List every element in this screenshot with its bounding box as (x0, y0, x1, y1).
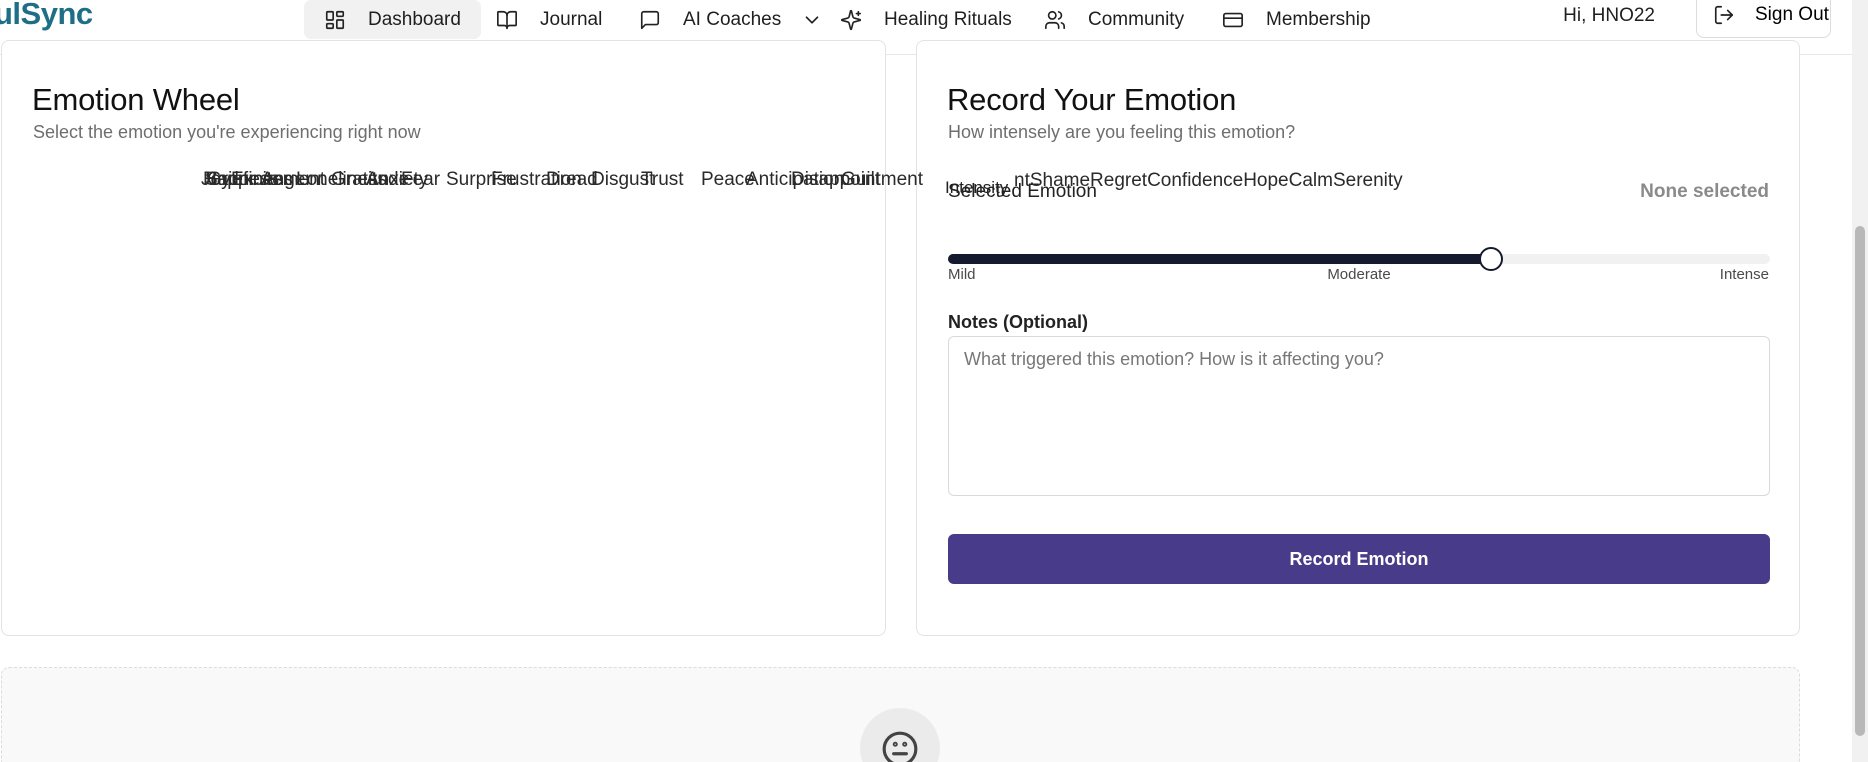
sparkle-icon (840, 9, 862, 30)
scrollbar-thumb[interactable] (1855, 226, 1865, 736)
users-icon (1045, 10, 1065, 29)
nav-item-ai-coaches[interactable]: AI Coaches (619, 0, 843, 39)
nav-item-label: Community (1088, 8, 1185, 30)
intensity-scale-mid: Moderate (1327, 266, 1391, 283)
chat-icon (640, 10, 660, 29)
notes-field[interactable] (948, 336, 1770, 496)
neutral-face-icon (882, 731, 918, 762)
nav-item-journal[interactable]: Journal (476, 0, 622, 39)
record-emotion-button[interactable]: Record Emotion (948, 534, 1770, 584)
nav-item-dashboard[interactable]: Dashboard (304, 0, 481, 39)
sign-out-button[interactable]: Sign Out (1696, 0, 1831, 38)
page: ulSync Dashboard Journal AI Coaches Heal… (0, 0, 1868, 762)
nav-item-community[interactable]: Community (1024, 0, 1204, 39)
emotion-option[interactable]: Fear (401, 169, 440, 191)
intensity-slider-thumb[interactable] (1478, 247, 1503, 271)
page-scrollbar[interactable] (1852, 0, 1868, 762)
intensity-scale-min: Mild (948, 266, 976, 283)
nav-item-label: Membership (1266, 8, 1371, 30)
record-emotion-title: Record Your Emotion (947, 82, 1237, 117)
card-icon (1223, 12, 1243, 27)
nav-item-label: AI Coaches (683, 8, 782, 30)
log-out-icon (1714, 5, 1734, 25)
nav-item-label: Dashboard (368, 8, 461, 30)
emotion-option[interactable]: Guilt (841, 169, 880, 191)
user-greeting: Hi, HNO22 (1563, 5, 1655, 26)
nav-item-label: Journal (540, 8, 603, 30)
grid-icon (325, 10, 345, 29)
emotion-wheel-card: Emotion Wheel Select the emotion you're … (1, 40, 886, 636)
intensity-slider[interactable] (948, 247, 1770, 271)
intensity-slider-fill (948, 254, 1491, 264)
app-logo[interactable]: ulSync (0, 0, 93, 32)
nav-item-healing-rituals[interactable]: Healing Rituals (820, 0, 1032, 39)
intensity-label: Intensity (945, 178, 1009, 197)
emotion-wheel-subtitle: Select the emotion you're experiencing r… (33, 122, 421, 142)
emotion-wheel-title: Emotion Wheel (32, 82, 240, 117)
emotion-wheel-strip[interactable]: ntShameRegretConfidenceHopeCalmSerenity (1014, 170, 1403, 192)
selected-emotion-value: None selected (1640, 181, 1769, 202)
intensity-scale-max: Intense (1719, 266, 1769, 283)
emotion-option[interactable]: Dread (546, 169, 598, 191)
record-emotion-subtitle: How intensely are you feeling this emoti… (948, 122, 1296, 142)
nav-item-membership[interactable]: Membership (1202, 0, 1391, 39)
nav-item-label: Healing Rituals (884, 8, 1012, 30)
book-icon (497, 10, 517, 29)
notes-label: Notes (Optional) (948, 312, 1088, 332)
emotion-option[interactable]: Trust (641, 169, 684, 191)
record-emotion-card: Record Your Emotion How intensely are yo… (916, 40, 1800, 636)
sign-out-label: Sign Out (1755, 4, 1829, 25)
